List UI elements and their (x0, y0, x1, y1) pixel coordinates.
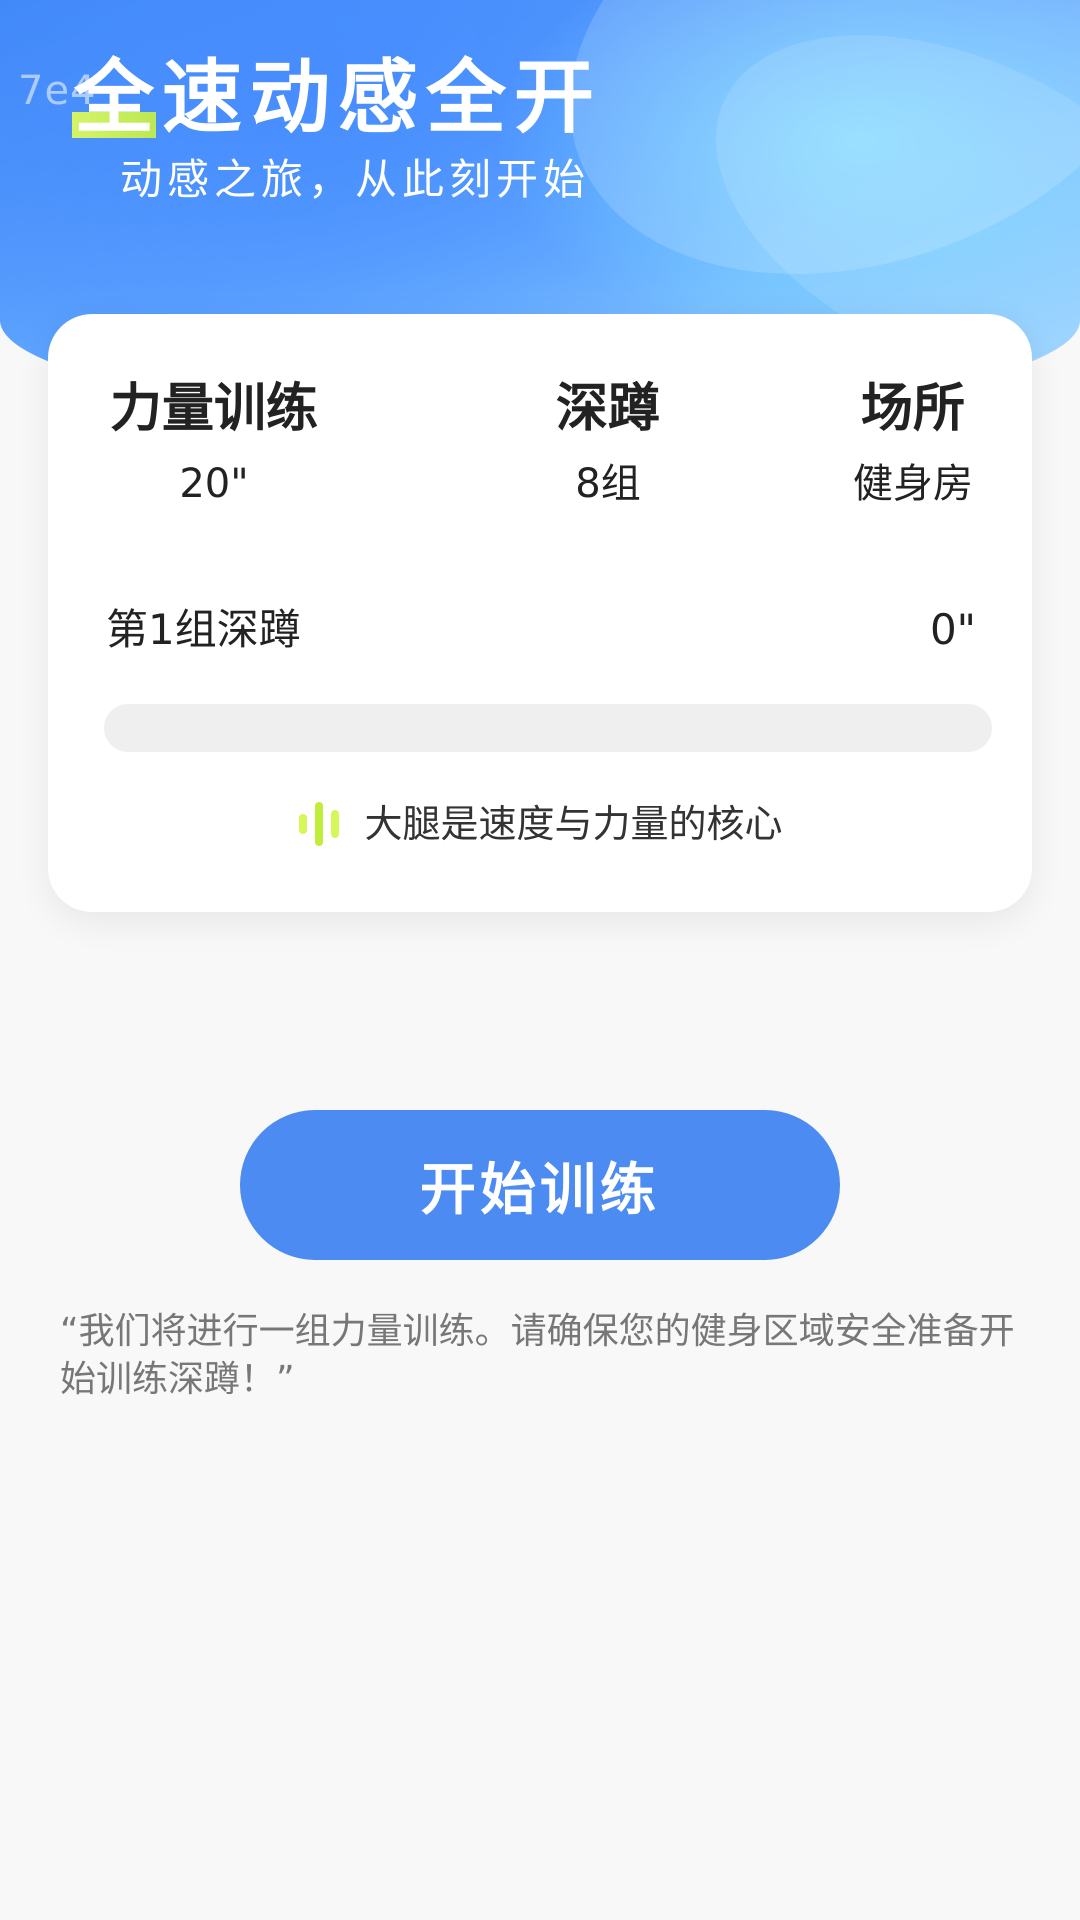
start-training-button[interactable]: 开始训练 (240, 1110, 840, 1260)
set-progress-bar (104, 704, 992, 752)
stat-label: 力量训练 (109, 379, 318, 439)
tip-text: 大腿是速度与力量的核心 (364, 802, 783, 846)
sound-wave-icon (297, 800, 341, 848)
safety-note: “我们将进行一组力量训练。请确保您的健身区域安全准备开始训练深蹲！” (60, 1311, 1015, 1400)
stat-label: 深蹲 (555, 379, 660, 439)
hero-subtitle: 动感之旅，从此刻开始 (120, 155, 591, 204)
current-set-label: 第1组深蹲 (106, 605, 301, 654)
stat-training-type: 力量训练 20" (104, 374, 324, 510)
stat-exercise: 深蹲 8组 (508, 374, 708, 510)
stat-label: 场所 (860, 379, 965, 439)
hero-title: 全速动感全开 (74, 51, 602, 144)
current-set-timer: 0" (929, 605, 976, 654)
stat-value: 健身房 (853, 461, 973, 507)
current-set-row: 第1组深蹲 0" (106, 600, 976, 660)
workout-card: 力量训练 20" 深蹲 8组 场所 健身房 第1组深蹲 0" 大腿是速度与力量的… (48, 314, 1032, 912)
stat-location: 场所 健身房 (838, 374, 988, 510)
stat-value: 20" (179, 461, 249, 507)
stat-value: 8组 (575, 461, 641, 507)
training-tip: 大腿是速度与力量的核心 (48, 798, 1032, 850)
